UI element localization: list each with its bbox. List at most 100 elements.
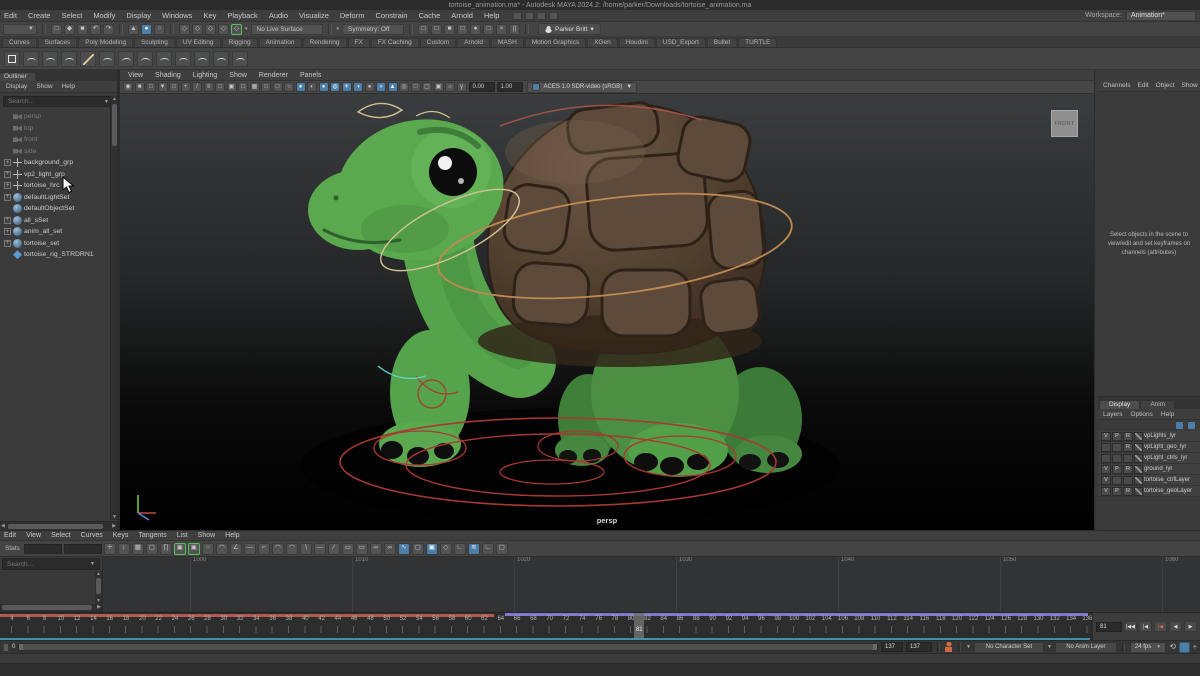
select-camera-icon[interactable]: ◉ (123, 82, 133, 92)
move-key-icon[interactable]: ✛ (104, 543, 116, 555)
break-tangent-icon[interactable]: ∖ (300, 543, 312, 555)
layer-name[interactable]: ground_lyr (1144, 466, 1172, 472)
layer-color-swatch[interactable] (1134, 454, 1143, 463)
live-surface-field[interactable]: No Live Surface (251, 24, 323, 35)
layer-row[interactable]: V P R vpLights_lyr (1098, 431, 1200, 442)
curve-filter-icon[interactable]: ∿ (398, 543, 410, 555)
layer-row[interactable]: R vpLight_geo_lyr (1098, 442, 1200, 453)
layer-row[interactable]: V P R ground_lyr (1098, 464, 1200, 475)
expand-icon[interactable]: + (4, 228, 11, 235)
chevron-down-icon[interactable]: ▾ (337, 26, 340, 32)
layer-editor-tab[interactable]: Anim (1141, 401, 1174, 409)
cv-curve-tool-icon[interactable] (42, 51, 58, 67)
unify-tangent-icon[interactable]: — (314, 543, 326, 555)
plateau-tangent-icon[interactable]: ◠ (272, 543, 284, 555)
xray-icon[interactable]: ▢ (422, 82, 432, 92)
scroll-right-icon[interactable]: ▶ (97, 604, 101, 610)
clamped-tangent-icon[interactable]: ◠ (216, 543, 228, 555)
colorspace-dropdown[interactable]: ACES 1.0 SDR-video (sRGB) ▼ (527, 82, 638, 93)
scroll-right-icon[interactable]: ▶ (112, 523, 116, 529)
scroll-left-icon[interactable]: ◀ (1, 523, 5, 529)
outliner-horizontal-scrollbar[interactable]: ◀ ▶ (0, 521, 117, 530)
symmetry-field[interactable]: Symmetry: Off (342, 24, 404, 35)
outliner-item[interactable]: + vp2_light_grp (2, 169, 117, 181)
select-hierarchy-icon[interactable]: ▲ (128, 24, 139, 35)
render-settings-icon[interactable]: ■ (444, 24, 455, 35)
undo-icon[interactable]: ↶ (90, 24, 101, 35)
node-label[interactable]: tortoise_set (24, 240, 59, 247)
step-back-frame-button[interactable]: |◀ (1139, 621, 1152, 632)
shelf-tab[interactable]: FX (348, 38, 370, 47)
outliner-menu-item[interactable]: Display (6, 83, 27, 90)
graph-editor-menu-item[interactable]: Help (225, 532, 239, 539)
node-label[interactable]: vp2_light_grp (24, 171, 65, 178)
outliner-menu-item[interactable]: Show (36, 83, 52, 90)
simplify-curve-icon[interactable]: ▢ (412, 543, 424, 555)
bezier-curve-tool-icon[interactable] (61, 51, 77, 67)
motion-blur-icon[interactable]: » (376, 82, 386, 92)
bookmark-icon[interactable]: ▼ (158, 82, 168, 92)
menu-item[interactable]: Deform (340, 11, 365, 20)
gamma-field[interactable]: 1.00 (497, 82, 523, 92)
menu-item[interactable]: Modify (93, 11, 115, 20)
graph-editor-menu-item[interactable]: Tangents (138, 532, 166, 539)
chevron-down-icon[interactable]: ▼ (1047, 644, 1052, 650)
shelf-tab[interactable]: Sculpting (134, 38, 175, 47)
outliner-item[interactable]: + background_grp (2, 157, 117, 169)
image-plane-icon[interactable]: □ (169, 82, 179, 92)
play-backward-button[interactable]: ◀ (1169, 621, 1182, 632)
playback-loop-icon[interactable]: ⟲ (1169, 643, 1176, 651)
linear-tangent-icon[interactable]: ∠ (230, 543, 242, 555)
outliner-item[interactable]: + all_sSet (2, 215, 117, 227)
expand-icon[interactable]: + (4, 217, 11, 224)
light-editor-icon[interactable]: □ (483, 24, 494, 35)
snap-view-icon[interactable]: ◇ (231, 24, 242, 35)
spline-tangent-icon[interactable]: ○ (202, 543, 214, 555)
node-label[interactable]: defaultObjectSet (24, 205, 74, 212)
layer-editor-menu-item[interactable]: Help (1161, 411, 1174, 418)
value-snap-icon[interactable]: ◇ (440, 543, 452, 555)
smooth-shade-icon[interactable]: ● (296, 82, 306, 92)
new-scene-icon[interactable]: □ (51, 24, 62, 35)
pencil-curve-tool-icon[interactable] (80, 51, 96, 67)
textured-icon[interactable]: ● (319, 82, 329, 92)
expand-icon[interactable]: + (4, 171, 11, 178)
graph-editor-vscrollbar[interactable]: ▲ ▼ (95, 571, 102, 604)
layer-editor-menu-item[interactable]: Layers (1103, 411, 1123, 418)
normalize-icon[interactable]: ∟ (454, 543, 466, 555)
node-label[interactable]: front (24, 136, 38, 143)
layer-row[interactable]: V P R tortoise_geoLayer (1098, 486, 1200, 497)
snap-plane-icon[interactable]: ◇ (218, 24, 229, 35)
graph-editor-hscrollbar[interactable]: ▶ (0, 604, 102, 612)
node-label[interactable]: all_sSet (24, 217, 48, 224)
scrollbar-thumb[interactable] (96, 578, 101, 594)
range-slider[interactable] (18, 643, 878, 651)
menu-item[interactable]: Cache (419, 11, 441, 20)
lighting-all-icon[interactable]: ☀ (342, 82, 352, 92)
scrollbar-thumb[interactable] (2, 605, 92, 610)
layer-color-swatch[interactable] (1134, 443, 1143, 452)
layer-playback-toggle[interactable] (1112, 443, 1122, 452)
snap-time-icon[interactable]: ▣ (188, 543, 200, 555)
add-button[interactable]: + (1193, 644, 1197, 651)
node-label[interactable]: tortoise_hrc (24, 182, 60, 189)
layer-color-swatch[interactable] (1134, 487, 1143, 496)
layer-playback-toggle[interactable] (1112, 476, 1122, 485)
play-forward-button[interactable]: ▶ (1184, 621, 1197, 632)
menu-item[interactable]: Windows (162, 11, 192, 20)
wireframe-icon[interactable]: ○ (284, 82, 294, 92)
grid-icon[interactable]: ≡ (204, 82, 214, 92)
scrollbar-thumb[interactable] (112, 104, 117, 146)
shelf-tab[interactable]: Bullet (707, 38, 737, 47)
character-set-dropdown[interactable]: No Character Set (974, 642, 1044, 653)
xray-joints-icon[interactable]: ▣ (434, 82, 444, 92)
lattice-deform-icon[interactable]: ▦ (132, 543, 144, 555)
flat-tangent-icon[interactable]: — (244, 543, 256, 555)
expand-icon[interactable]: + (4, 194, 11, 201)
node-label[interactable]: persp (24, 113, 41, 120)
graph-editor-menu-item[interactable]: List (177, 532, 188, 539)
shelf-tab[interactable]: Custom (420, 38, 456, 47)
layer-display-type-toggle[interactable]: R (1123, 487, 1133, 496)
chevron-down-icon[interactable]: ▾ (245, 26, 248, 32)
view-cube[interactable]: FRONT (1051, 110, 1078, 137)
